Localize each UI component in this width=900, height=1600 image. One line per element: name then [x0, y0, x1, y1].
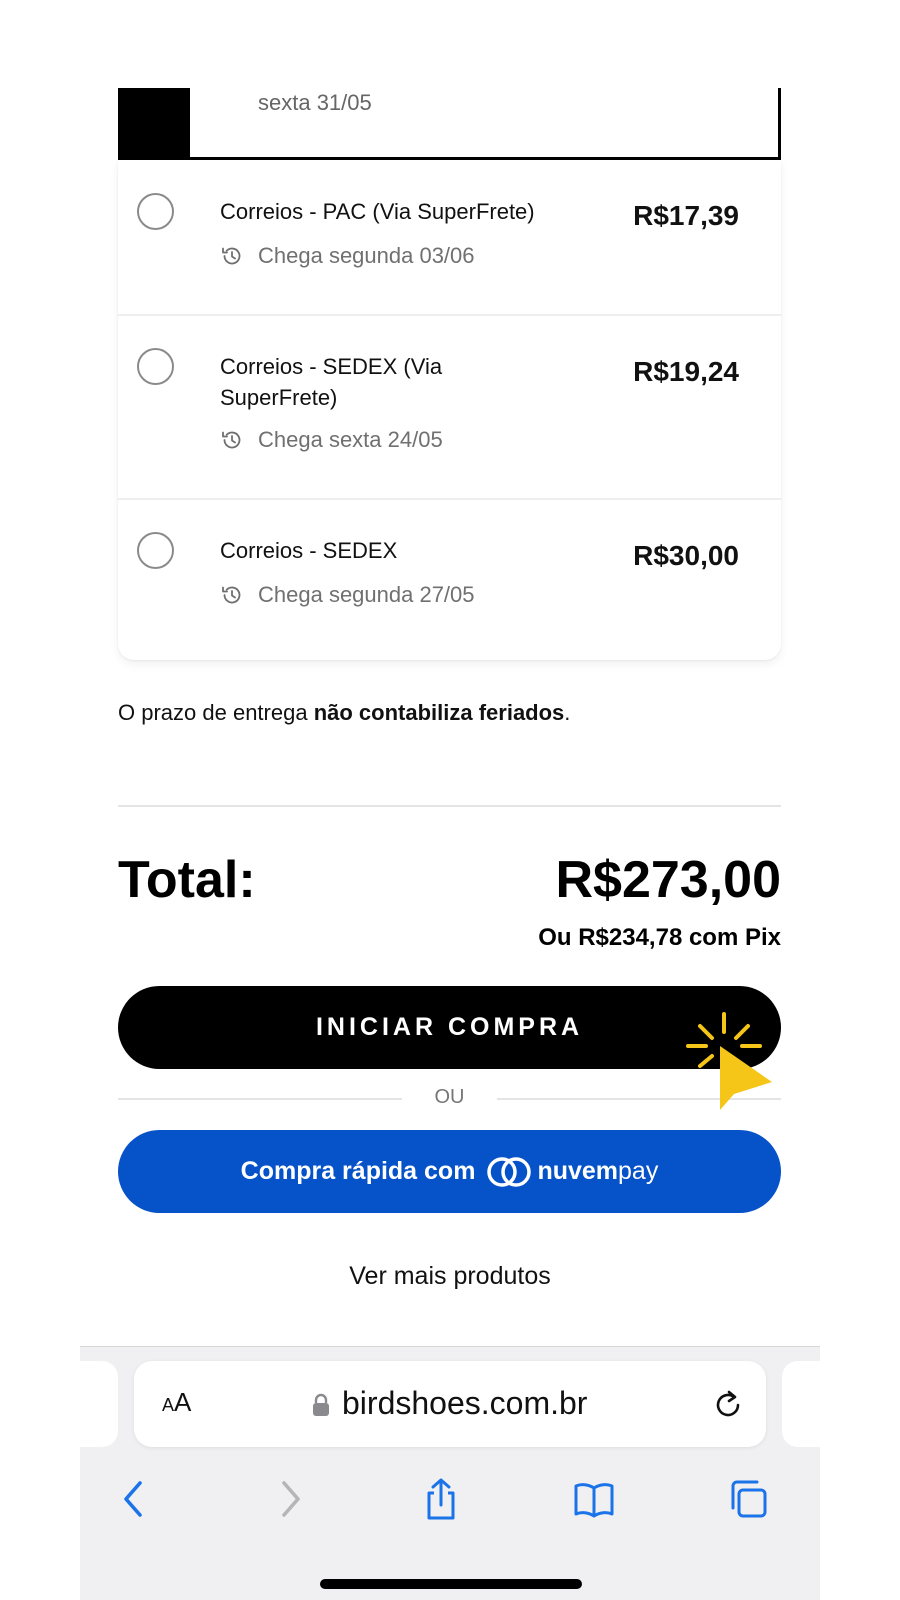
option-eta: Chega segunda 03/06 [220, 241, 475, 271]
text-size-large: A [174, 1387, 192, 1417]
radio-button[interactable] [137, 532, 174, 569]
tabs-button[interactable] [726, 1475, 770, 1523]
tabs-icon [731, 1480, 767, 1518]
share-button[interactable] [419, 1475, 463, 1523]
shipping-option-pac[interactable]: Correios - PAC (Via SuperFrete) Chega se… [118, 160, 781, 314]
or-separator: OU [118, 1086, 781, 1110]
radio-button[interactable] [137, 193, 174, 230]
brand-nuvem: nuvem [537, 1157, 619, 1185]
chevron-right-icon [282, 1481, 300, 1517]
total-value: R$273,00 [555, 851, 781, 909]
shipping-option-sedex-superfrete[interactable]: Correios - SEDEX (Via SuperFrete) Chega … [118, 316, 781, 498]
option-name: Correios - SEDEX (Via SuperFrete) [220, 354, 443, 410]
option-eta: Chega segunda 27/05 [220, 580, 475, 610]
more-products-link[interactable]: Ver mais produtos [0, 1262, 900, 1291]
url-text: birdshoes.com.br [342, 1385, 588, 1421]
nuvempay-cloud-icon [487, 1156, 532, 1187]
previous-tab-preview[interactable] [80, 1361, 118, 1447]
bookmarks-button[interactable] [572, 1475, 616, 1523]
back-button[interactable] [112, 1475, 156, 1523]
option-eta-text: Chega sexta 24/05 [258, 427, 443, 452]
book-icon [574, 1483, 614, 1518]
reload-icon[interactable] [712, 1388, 744, 1422]
text-size-small: A [162, 1395, 175, 1415]
browser-chrome: AA birdshoes.com.br [80, 1346, 820, 1600]
text-size-button[interactable]: AA [162, 1387, 191, 1418]
note-suffix: . [564, 700, 571, 725]
next-tab-preview[interactable] [782, 1361, 820, 1447]
total-label: Total: [118, 851, 256, 909]
shipping-options-list: Correios - PAC (Via SuperFrete) Chega se… [118, 160, 781, 660]
home-indicator [320, 1579, 582, 1589]
note-bold: não contabiliza feriados [313, 700, 565, 725]
selected-indicator [118, 88, 190, 158]
lock-icon [313, 1393, 329, 1416]
selected-option-date: sexta 31/05 [258, 90, 372, 115]
option-price: R$19,24 [633, 356, 739, 387]
browser-toolbar [80, 1465, 820, 1535]
nuvempay-fast-buy-button[interactable]: Compra rápida com nuvem pay [118, 1130, 781, 1213]
history-icon [222, 586, 241, 604]
brand-pay: pay [618, 1157, 659, 1185]
tap-cursor-icon [686, 1012, 772, 1110]
forward-button[interactable] [268, 1475, 312, 1523]
shipping-option-sedex[interactable]: Correios - SEDEX Chega segunda 27/05 R$3… [118, 500, 781, 660]
fast-buy-label: Compra rápida com [240, 1157, 476, 1185]
delivery-note: O prazo de entrega não contabiliza feria… [118, 700, 570, 726]
address-bar[interactable]: AA birdshoes.com.br [134, 1361, 766, 1447]
option-name: Correios - PAC (Via SuperFrete) [220, 199, 535, 224]
option-price: R$17,39 [633, 200, 739, 231]
nuvempay-logo: nuvem pay [485, 1155, 658, 1189]
history-icon [222, 247, 241, 265]
option-name: Correios - SEDEX [220, 538, 398, 563]
note-prefix: O prazo de entrega [118, 700, 314, 725]
pix-price: Ou R$234,78 com Pix [538, 924, 781, 951]
option-price: R$30,00 [633, 540, 739, 571]
option-eta: Chega sexta 24/05 [220, 425, 443, 455]
option-eta-text: Chega segunda 27/05 [258, 582, 475, 607]
option-eta-text: Chega segunda 03/06 [258, 243, 475, 268]
section-divider [118, 805, 781, 807]
share-icon [427, 1478, 455, 1520]
start-purchase-button[interactable]: INICIAR COMPRA [118, 986, 781, 1069]
selected-shipping-option[interactable]: sexta 31/05 [118, 88, 781, 160]
radio-button[interactable] [137, 348, 174, 385]
chevron-left-icon [124, 1481, 142, 1517]
history-icon [222, 431, 241, 449]
